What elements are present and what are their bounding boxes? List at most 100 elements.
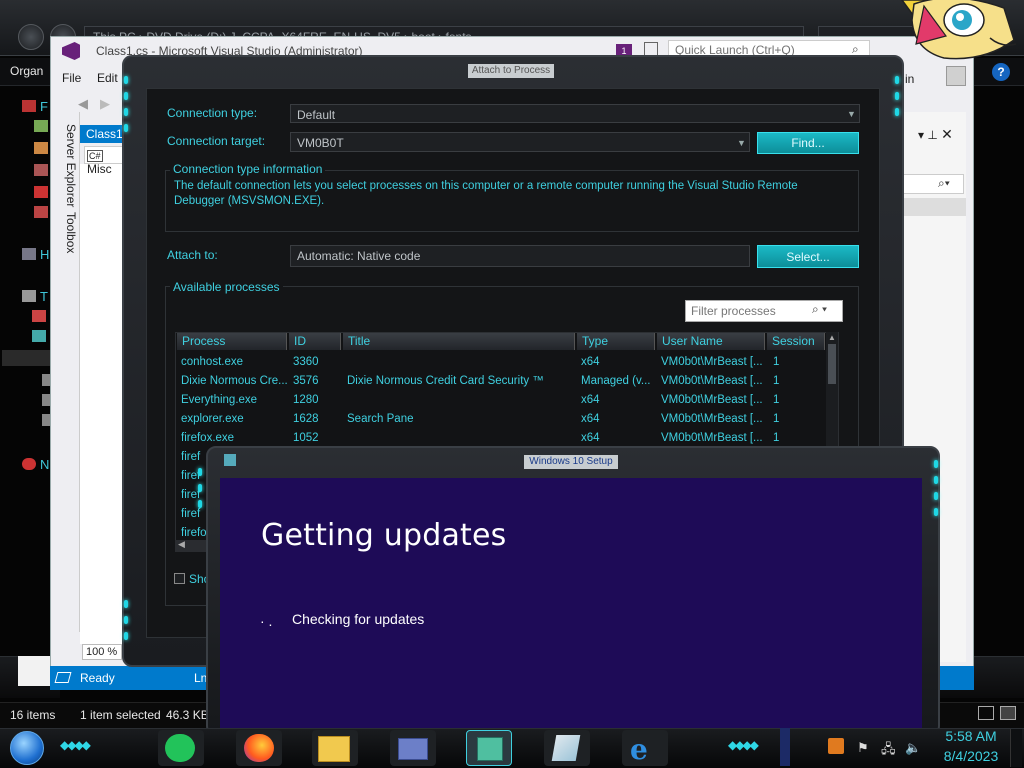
grid-scroll-thumb[interactable] [828, 344, 836, 384]
close-icon[interactable]: ✕ [941, 126, 953, 142]
find-button[interactable]: Find... [757, 132, 859, 154]
setup-status-text: Checking for updates [292, 611, 425, 627]
table-cell[interactable]: x64 [581, 432, 657, 444]
table-cell[interactable]: VM0b0t\MrBeast [... [661, 356, 767, 368]
scroll-up-icon[interactable]: ▲ [828, 333, 836, 342]
table-cell[interactable]: 1 [773, 432, 823, 444]
connection-target-value: VM0B0T [297, 136, 344, 150]
taskbar-control-panel[interactable] [390, 730, 436, 766]
panel-window-buttons[interactable]: ▾ ⊥ ✕ [918, 126, 953, 143]
table-cell[interactable]: VM0b0t\MrBeast [... [661, 432, 767, 444]
nav-back-icon[interactable]: ◀ [78, 96, 88, 112]
server-explorer-tab[interactable]: Server Explorer [56, 124, 78, 207]
tray-app-icon[interactable] [828, 738, 844, 754]
column-header-process[interactable]: Process [177, 333, 287, 350]
table-cell[interactable]: 3576 [293, 375, 343, 387]
help-icon[interactable]: ? [992, 63, 1010, 81]
nav-forward-icon[interactable]: ▶ [100, 96, 110, 112]
table-cell[interactable]: Everything.exe [181, 394, 291, 406]
sidebar-item-t[interactable]: T [40, 289, 48, 304]
table-cell[interactable]: VM0b0t\MrBeast [... [661, 394, 767, 406]
output-icon[interactable] [54, 672, 72, 683]
folder-icon[interactable] [34, 186, 48, 198]
table-cell[interactable]: x64 [581, 394, 657, 406]
sidebar-item-h[interactable]: H [40, 247, 49, 262]
pin-icon[interactable]: ⊥ [927, 128, 937, 142]
drive-icon[interactable] [32, 310, 46, 322]
show-desktop-button[interactable] [1010, 729, 1022, 767]
quick-access-icon[interactable] [22, 100, 36, 112]
this-pc-icon[interactable] [22, 290, 36, 302]
dropdown-icon[interactable]: ▾ [918, 128, 924, 142]
column-header-id[interactable]: ID [289, 333, 341, 350]
drive-icon[interactable] [32, 330, 46, 342]
sidebar-item-n[interactable]: N [40, 457, 49, 472]
table-cell[interactable]: 1 [773, 375, 823, 387]
column-header-type[interactable]: Type [577, 333, 655, 350]
table-cell[interactable]: 1280 [293, 394, 343, 406]
table-cell[interactable]: x64 [581, 356, 657, 368]
show-all-processes-checkbox[interactable] [174, 573, 185, 584]
setup-content [220, 478, 922, 728]
sidebar-item-f[interactable]: F [40, 99, 48, 114]
folder-icon[interactable] [34, 120, 48, 132]
table-cell[interactable]: 1 [773, 394, 823, 406]
start-button[interactable] [10, 731, 44, 765]
select-button[interactable]: Select... [757, 245, 859, 268]
clock-time[interactable]: 5:58 AM [938, 728, 1004, 744]
taskbar-internet-explorer[interactable]: e [622, 730, 668, 766]
table-cell[interactable]: VM0b0t\MrBeast [... [661, 375, 767, 387]
zoom-level[interactable]: 100 % [82, 644, 122, 660]
file-preview-thumbnail[interactable] [18, 656, 52, 686]
frame-ornament [895, 108, 899, 116]
flag-icon[interactable]: ⚑ [857, 740, 869, 756]
connection-type-select[interactable]: Default [290, 104, 860, 123]
table-cell[interactable]: Dixie Normous Credit Card Security ™ [347, 375, 577, 387]
table-cell[interactable]: firefox.exe [181, 432, 291, 444]
csharp-file-icon: C# [87, 150, 103, 162]
table-cell[interactable]: 1 [773, 356, 823, 368]
folder-icon[interactable] [34, 142, 48, 154]
menu-file[interactable]: File [62, 71, 81, 85]
toolbox-tab[interactable]: Toolbox [56, 212, 78, 253]
taskbar-notepad-app[interactable] [544, 730, 590, 766]
connection-target-input[interactable]: VM0B0T [290, 132, 750, 152]
table-cell[interactable]: 1 [773, 413, 823, 425]
menu-edit[interactable]: Edit [97, 71, 118, 85]
table-cell[interactable]: 1052 [293, 432, 343, 444]
column-header-username[interactable]: User Name [657, 333, 765, 350]
taskbar-notes-app[interactable] [158, 730, 204, 766]
large-icons-view-icon[interactable] [1000, 706, 1016, 720]
table-cell[interactable]: Search Pane [347, 413, 577, 425]
feedback-icon[interactable] [644, 42, 658, 56]
window-icon [398, 738, 428, 760]
clock-date[interactable]: 8/4/2023 [938, 748, 1004, 764]
volume-icon[interactable]: 🔈 [905, 740, 921, 756]
network-icon[interactable]: 🖧 [881, 740, 896, 762]
attach-to-value: Automatic: Native code [297, 249, 421, 263]
column-header-session[interactable]: Session [767, 333, 825, 350]
table-cell[interactable]: explorer.exe [181, 413, 291, 425]
table-cell[interactable]: Dixie Normous Cre... [181, 375, 291, 387]
table-cell[interactable]: 3360 [293, 356, 343, 368]
taskbar-setup-app[interactable] [466, 730, 512, 766]
network-icon[interactable] [22, 458, 36, 470]
details-view-icon[interactable] [978, 706, 994, 720]
taskbar-firefox[interactable] [236, 730, 282, 766]
account-avatar[interactable] [946, 66, 966, 86]
back-button[interactable] [18, 24, 44, 50]
table-cell[interactable]: x64 [581, 413, 657, 425]
folder-icon[interactable] [34, 164, 48, 176]
organize-button[interactable]: Organ [10, 64, 43, 78]
table-cell[interactable]: 1628 [293, 413, 343, 425]
table-cell[interactable]: conhost.exe [181, 356, 291, 368]
table-cell[interactable]: VM0b0t\MrBeast [... [661, 413, 767, 425]
connection-type-label: Connection type: [167, 106, 258, 120]
column-header-title[interactable]: Title [343, 333, 575, 350]
homegroup-icon[interactable] [22, 248, 36, 260]
folder-icon[interactable] [34, 206, 48, 218]
taskbar-file-explorer[interactable] [312, 730, 358, 766]
table-cell[interactable]: Managed (v... [581, 375, 657, 387]
scroll-left-icon[interactable]: ◀ [178, 539, 185, 550]
frame-ornament [124, 124, 128, 132]
